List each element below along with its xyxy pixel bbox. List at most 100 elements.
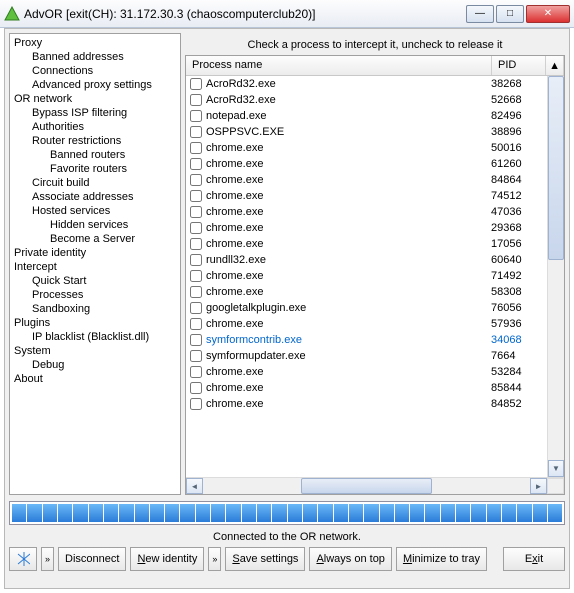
process-row[interactable]: notepad.exe82496 <box>186 108 547 124</box>
column-process-name[interactable]: Process name <box>186 56 492 75</box>
minimize-button[interactable]: — <box>466 5 494 23</box>
scroll-down-button[interactable]: ▼ <box>548 460 564 477</box>
intercept-checkbox[interactable] <box>190 110 202 122</box>
new-identity-menu-button[interactable]: » <box>208 547 221 571</box>
intercept-checkbox[interactable] <box>190 126 202 138</box>
column-pid[interactable]: PID <box>492 56 546 75</box>
vertical-scrollbar[interactable]: ▼ <box>547 76 564 477</box>
horizontal-scrollbar[interactable]: ◄ ► <box>186 477 564 494</box>
process-row[interactable]: chrome.exe84852 <box>186 396 547 412</box>
intercept-checkbox[interactable] <box>190 206 202 218</box>
intercept-checkbox[interactable] <box>190 190 202 202</box>
tree-item[interactable]: Private identity <box>10 246 180 260</box>
tree-item[interactable]: Hosted services <box>10 204 180 218</box>
intercept-checkbox[interactable] <box>190 302 202 314</box>
scroll-right-button[interactable]: ► <box>530 478 547 494</box>
intercept-checkbox[interactable] <box>190 142 202 154</box>
maximize-button[interactable]: □ <box>496 5 524 23</box>
process-row[interactable]: rundll32.exe60640 <box>186 252 547 268</box>
save-settings-button[interactable]: Save settings <box>225 547 305 571</box>
tree-item[interactable]: IP blacklist (Blacklist.dll) <box>10 330 180 344</box>
intercept-checkbox[interactable] <box>190 174 202 186</box>
process-row[interactable]: chrome.exe74512 <box>186 188 547 204</box>
intercept-checkbox[interactable] <box>190 238 202 250</box>
tree-item[interactable]: Authorities <box>10 120 180 134</box>
process-row[interactable]: chrome.exe47036 <box>186 204 547 220</box>
hscroll-track[interactable] <box>203 478 530 494</box>
process-row[interactable]: chrome.exe29368 <box>186 220 547 236</box>
network-icon-button[interactable] <box>9 547 37 571</box>
tree-item[interactable]: Plugins <box>10 316 180 330</box>
progress-segment <box>502 504 516 522</box>
progress-segment <box>73 504 87 522</box>
tree-item[interactable]: About <box>10 372 180 386</box>
titlebar[interactable]: AdvOR [exit(CH): 31.172.30.3 (chaoscompu… <box>0 0 574 28</box>
tree-item[interactable]: Favorite routers <box>10 162 180 176</box>
hscroll-thumb[interactable] <box>301 478 432 494</box>
process-row[interactable]: chrome.exe85844 <box>186 380 547 396</box>
tree-item[interactable]: Advanced proxy settings <box>10 78 180 92</box>
intercept-checkbox[interactable] <box>190 94 202 106</box>
intercept-checkbox[interactable] <box>190 398 202 410</box>
scroll-left-button[interactable]: ◄ <box>186 478 203 494</box>
tree-item[interactable]: Hidden services <box>10 218 180 232</box>
tree-item[interactable]: Circuit build <box>10 176 180 190</box>
tree-item[interactable]: System <box>10 344 180 358</box>
intercept-checkbox[interactable] <box>190 366 202 378</box>
intercept-checkbox[interactable] <box>190 158 202 170</box>
disconnect-button[interactable]: Disconnect <box>58 547 126 571</box>
tree-item[interactable]: Become a Server <box>10 232 180 246</box>
intercept-checkbox[interactable] <box>190 222 202 234</box>
new-identity-button[interactable]: New identity <box>130 547 204 571</box>
progress-segment <box>380 504 394 522</box>
intercept-checkbox[interactable] <box>190 382 202 394</box>
intercept-checkbox[interactable] <box>190 334 202 346</box>
tree-item[interactable]: Associate addresses <box>10 190 180 204</box>
nav-tree[interactable]: ProxyBanned addressesConnectionsAdvanced… <box>9 33 181 495</box>
tree-item[interactable]: Banned routers <box>10 148 180 162</box>
process-row[interactable]: chrome.exe50016 <box>186 140 547 156</box>
process-row[interactable]: chrome.exe84864 <box>186 172 547 188</box>
scroll-up-button[interactable]: ▲ <box>546 56 564 75</box>
tree-item[interactable]: Bypass ISP filtering <box>10 106 180 120</box>
process-row[interactable]: symformupdater.exe7664 <box>186 348 547 364</box>
intercept-checkbox[interactable] <box>190 318 202 330</box>
tree-item[interactable]: Debug <box>10 358 180 372</box>
tree-item[interactable]: OR network <box>10 92 180 106</box>
intercept-checkbox[interactable] <box>190 254 202 266</box>
progress-segment <box>242 504 256 522</box>
exit-button[interactable]: Exit <box>503 547 565 571</box>
process-row[interactable]: AcroRd32.exe38268 <box>186 76 547 92</box>
tree-item[interactable]: Proxy <box>10 36 180 50</box>
always-on-top-button[interactable]: Always on top <box>309 547 392 571</box>
tree-item[interactable]: Intercept <box>10 260 180 274</box>
process-row[interactable]: chrome.exe57936 <box>186 316 547 332</box>
tree-item[interactable]: Router restrictions <box>10 134 180 148</box>
process-row[interactable]: OSPPSVC.EXE38896 <box>186 124 547 140</box>
scroll-thumb[interactable] <box>548 76 564 260</box>
tree-item[interactable]: Connections <box>10 64 180 78</box>
process-row[interactable]: symformcontrib.exe34068 <box>186 332 547 348</box>
tree-item[interactable]: Sandboxing <box>10 302 180 316</box>
app-icon <box>4 6 20 22</box>
intercept-checkbox[interactable] <box>190 350 202 362</box>
process-row[interactable]: chrome.exe17056 <box>186 236 547 252</box>
tree-item[interactable]: Banned addresses <box>10 50 180 64</box>
tree-item[interactable]: Quick Start <box>10 274 180 288</box>
process-row[interactable]: chrome.exe58308 <box>186 284 547 300</box>
progress-segment <box>548 504 562 522</box>
progress-segment <box>165 504 179 522</box>
tree-item[interactable]: Processes <box>10 288 180 302</box>
intercept-checkbox[interactable] <box>190 286 202 298</box>
minimize-to-tray-button[interactable]: Minimize to tray <box>396 547 487 571</box>
network-menu-button[interactable]: » <box>41 547 54 571</box>
close-button[interactable]: ✕ <box>526 5 570 23</box>
process-row[interactable]: googletalkplugin.exe76056 <box>186 300 547 316</box>
process-row[interactable]: chrome.exe71492 <box>186 268 547 284</box>
list-body[interactable]: AcroRd32.exe38268AcroRd32.exe52668notepa… <box>186 76 547 477</box>
process-row[interactable]: AcroRd32.exe52668 <box>186 92 547 108</box>
intercept-checkbox[interactable] <box>190 270 202 282</box>
intercept-checkbox[interactable] <box>190 78 202 90</box>
process-row[interactable]: chrome.exe61260 <box>186 156 547 172</box>
process-row[interactable]: chrome.exe53284 <box>186 364 547 380</box>
